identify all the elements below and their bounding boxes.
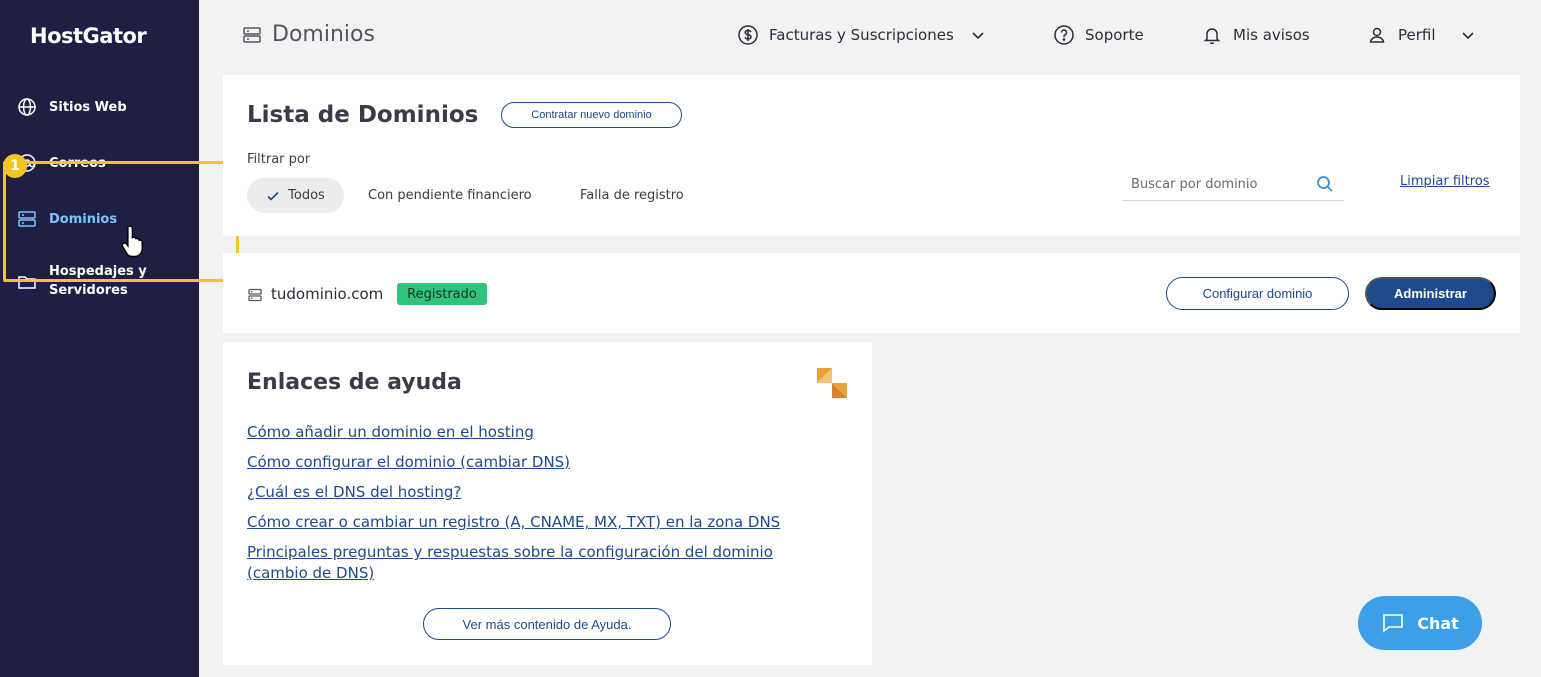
server-icon [243,26,261,43]
step-badge: 1 [3,154,27,178]
user-icon [1369,27,1385,43]
search-field [1123,168,1344,201]
dollar-icon [738,25,758,45]
domain-list-title: Lista de Dominios [247,102,479,128]
sidebar: HostGator Sitios Web Correos Dominios Ho… [0,0,199,677]
check-icon [267,191,279,201]
page-title: Dominios [242,22,375,47]
soporte-link[interactable]: Soporte [1053,22,1144,48]
sidebar-item-label: Hospedajes y Servidores [49,264,147,298]
domain-name: tudominio.com [271,285,384,303]
facturas-label: Facturas y Suscripciones [769,26,954,44]
contratar-dominio-button[interactable]: Contratar nuevo dominio [501,102,682,128]
help-link[interactable]: Cómo crear o cambiar un registro (A, CNA… [247,512,827,533]
brand-triangles-icon [817,368,847,398]
soporte-label: Soporte [1085,26,1144,44]
server-icon [17,209,37,229]
filter-chip-todos[interactable]: Todos [247,178,344,213]
avisos-label: Mis avisos [1233,26,1310,44]
hostgator-logo[interactable]: HostGator [30,24,147,48]
ver-mas-ayuda-button[interactable]: Ver más contenido de Ayuda. [423,608,671,640]
domain-row: tudominio.com Registrado Configurar domi… [223,253,1520,333]
search-input[interactable] [1123,176,1303,192]
chat-button[interactable]: Chat [1358,596,1482,650]
avisos-link[interactable]: Mis avisos [1201,22,1310,48]
perfil-label: Perfil [1398,26,1436,44]
sidebar-item-correos[interactable]: Correos [0,153,199,173]
sidebar-item-label: Dominios [49,211,118,227]
folder-icon [17,272,37,292]
help-link[interactable]: Cómo configurar el dominio (cambiar DNS) [247,452,827,473]
filter-chip-label: Todos [288,188,325,203]
help-link[interactable]: Cómo añadir un dominio en el hosting [247,422,827,443]
status-badge: Registrado [397,283,487,305]
clear-filters-link[interactable]: Limpiar filtros [1400,174,1490,189]
page-title-text: Dominios [272,22,375,47]
chevron-down-icon [1461,32,1474,40]
chat-bubble-icon [1383,614,1404,633]
search-icon[interactable] [1316,175,1334,193]
help-link[interactable]: ¿Cuál es el DNS del hosting? [247,482,827,503]
facturas-menu[interactable]: Facturas y Suscripciones [737,22,986,48]
filter-chip-pendiente[interactable]: Con pendiente financiero [368,178,532,213]
sidebar-item-dominios[interactable]: Dominios [0,209,199,229]
sidebar-item-hospedajes[interactable]: Hospedajes y Servidores [0,262,199,302]
bell-icon [1203,28,1221,45]
sidebar-item-label: Correos [49,155,106,171]
filter-chip-label: Con pendiente financiero [368,188,532,203]
help-links-card: Enlaces de ayuda Cómo añadir un dominio … [223,342,872,665]
administrar-button[interactable]: Administrar [1365,277,1496,310]
globe-icon [17,97,37,117]
help-links-list: Cómo añadir un dominio en el hosting Cóm… [247,422,827,593]
sidebar-item-sitios-web[interactable]: Sitios Web [0,97,199,117]
filter-chip-label: Falla de registro [580,188,684,203]
help-circle-icon [1054,25,1074,45]
help-title: Enlaces de ayuda [247,370,462,395]
configurar-dominio-button[interactable]: Configurar dominio [1166,277,1349,310]
filter-label: Filtrar por [247,152,311,167]
server-icon [248,288,262,302]
chat-label: Chat [1417,613,1459,633]
perfil-menu[interactable]: Perfil [1366,22,1476,48]
hand-cursor-icon [121,225,143,258]
sidebar-item-label: Sitios Web [49,99,127,115]
help-link[interactable]: Principales preguntas y respuestas sobre… [247,542,827,584]
filter-chip-falla[interactable]: Falla de registro [580,178,684,213]
domain-list-card: Lista de Dominios Contratar nuevo domini… [223,75,1520,236]
chevron-down-icon [972,32,984,40]
